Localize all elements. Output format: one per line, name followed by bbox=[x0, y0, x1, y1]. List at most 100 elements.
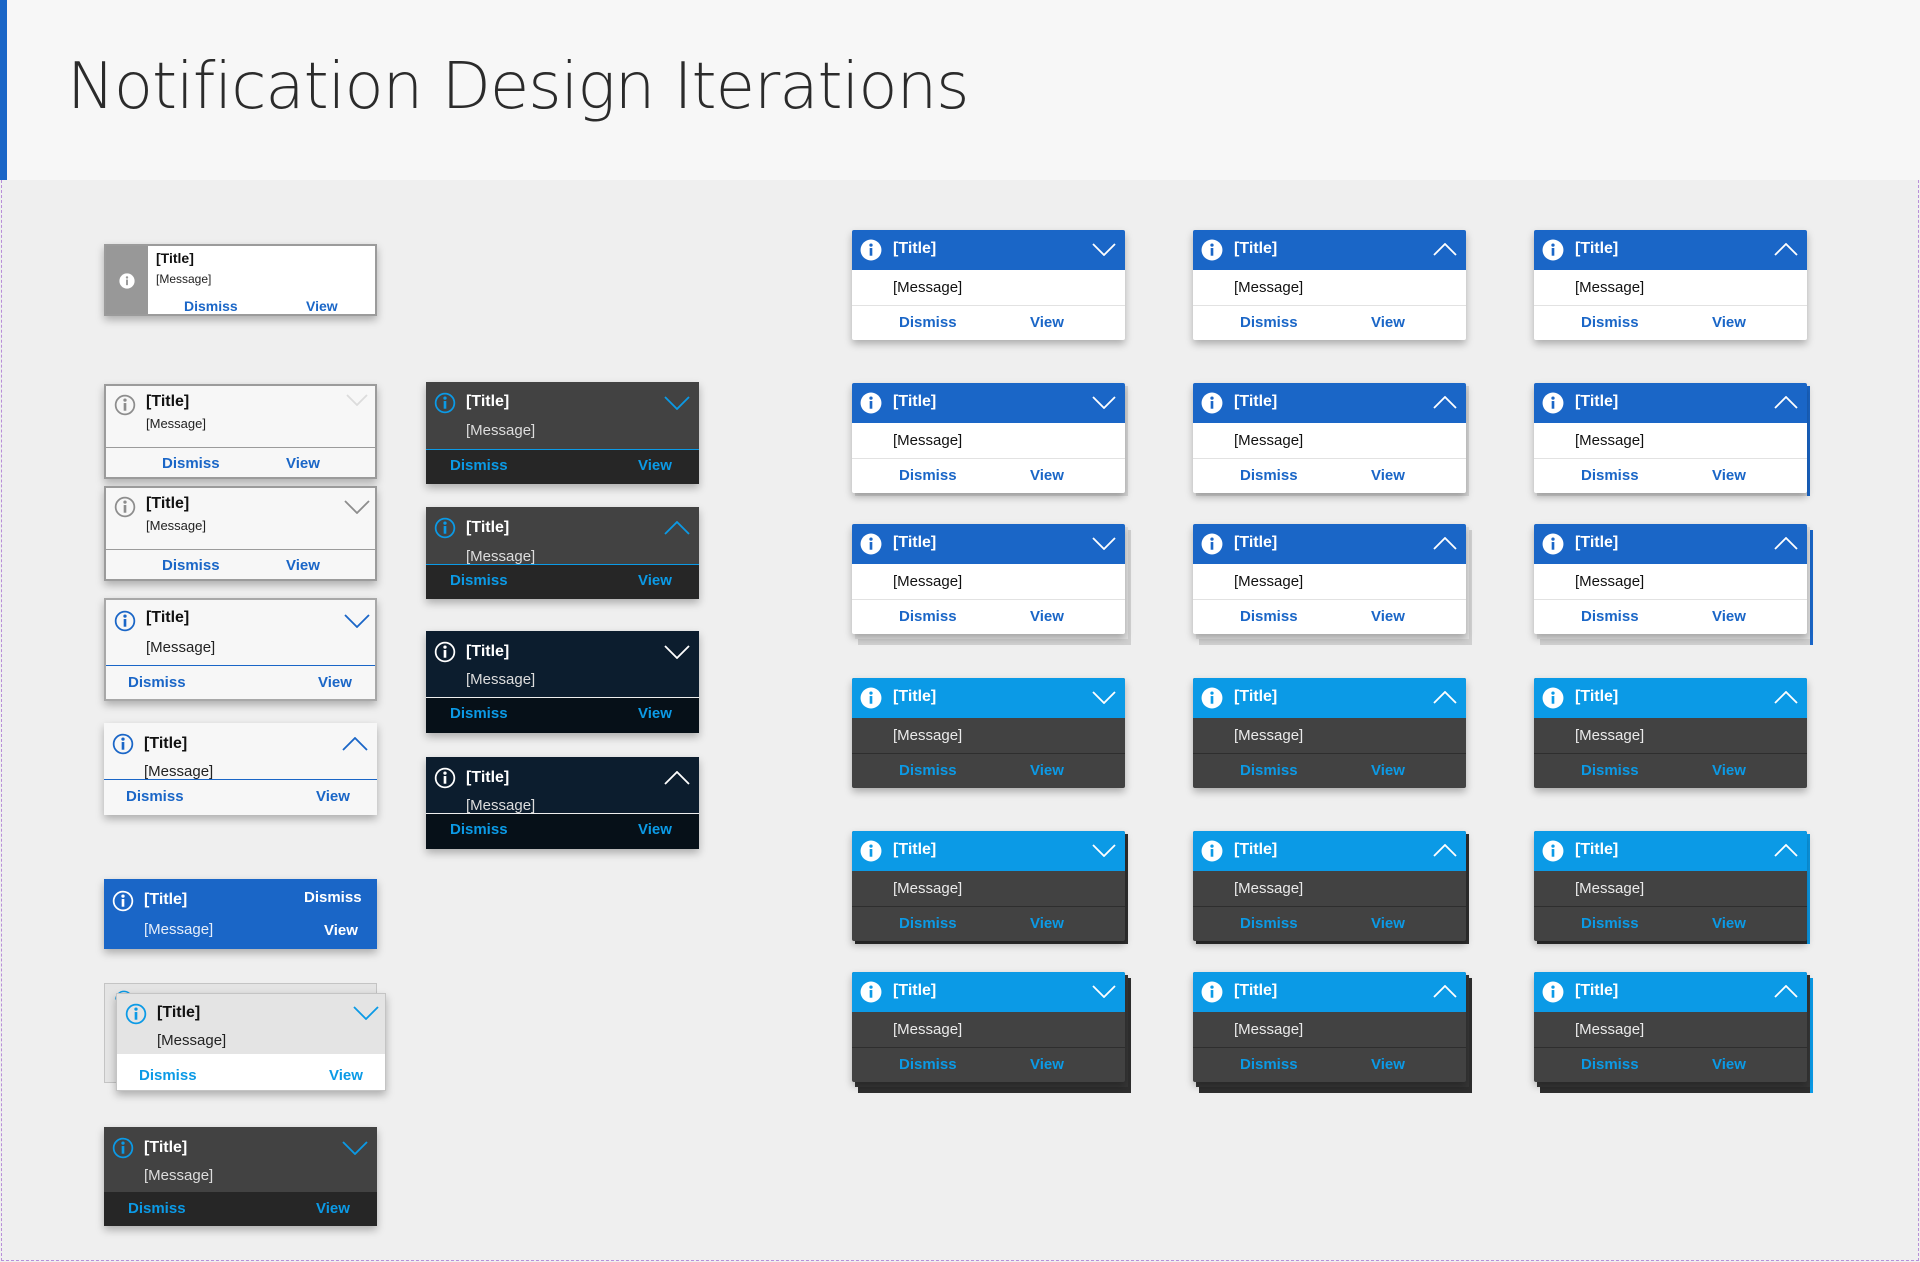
view-button[interactable]: View bbox=[1371, 314, 1405, 331]
view-button[interactable]: View bbox=[1371, 915, 1405, 932]
chevron-down-icon[interactable] bbox=[1092, 691, 1116, 704]
dismiss-button[interactable]: Dismiss bbox=[304, 889, 362, 906]
chevron-up-icon[interactable] bbox=[1433, 243, 1457, 256]
divider bbox=[1193, 906, 1466, 907]
dismiss-button[interactable]: Dismiss bbox=[1581, 467, 1639, 484]
chevron-up-icon[interactable] bbox=[664, 521, 690, 535]
chevron-down-icon[interactable] bbox=[1092, 985, 1116, 998]
chevron-up-icon[interactable] bbox=[1774, 396, 1798, 409]
chevron-up-icon[interactable] bbox=[1774, 691, 1798, 704]
chevron-down-icon[interactable] bbox=[664, 396, 690, 410]
dismiss-button[interactable]: Dismiss bbox=[1581, 915, 1639, 932]
dismiss-button[interactable]: Dismiss bbox=[899, 1056, 957, 1073]
chevron-up-icon[interactable] bbox=[1433, 844, 1457, 857]
info-icon bbox=[114, 610, 136, 632]
view-button[interactable]: View bbox=[286, 455, 320, 472]
dismiss-button[interactable]: Dismiss bbox=[450, 821, 508, 838]
dismiss-button[interactable]: Dismiss bbox=[128, 1200, 186, 1217]
view-button[interactable]: View bbox=[1371, 1056, 1405, 1073]
view-button[interactable]: View bbox=[1712, 608, 1746, 625]
chevron-up-icon[interactable] bbox=[1774, 844, 1798, 857]
chevron-up-icon[interactable] bbox=[1433, 537, 1457, 550]
dismiss-button[interactable]: Dismiss bbox=[128, 674, 186, 691]
chevron-up-icon[interactable] bbox=[1433, 985, 1457, 998]
dismiss-button[interactable]: Dismiss bbox=[1240, 915, 1298, 932]
view-button[interactable]: View bbox=[318, 674, 352, 691]
dismiss-button[interactable]: Dismiss bbox=[162, 557, 220, 574]
view-button[interactable]: View bbox=[1030, 467, 1064, 484]
view-button[interactable]: View bbox=[1712, 467, 1746, 484]
chevron-down-icon[interactable] bbox=[353, 1006, 379, 1020]
dismiss-button[interactable]: Dismiss bbox=[1581, 608, 1639, 625]
notification-message: [Message] bbox=[1575, 1021, 1645, 1038]
dismiss-button[interactable]: Dismiss bbox=[1240, 1056, 1298, 1073]
view-button[interactable]: View bbox=[1371, 608, 1405, 625]
dismiss-button[interactable]: Dismiss bbox=[139, 1067, 197, 1084]
view-button[interactable]: View bbox=[638, 821, 672, 838]
view-button[interactable]: View bbox=[1030, 915, 1064, 932]
divider bbox=[852, 599, 1125, 600]
dismiss-button[interactable]: Dismiss bbox=[1581, 314, 1639, 331]
view-button[interactable]: View bbox=[1030, 608, 1064, 625]
dismiss-button[interactable]: Dismiss bbox=[1240, 314, 1298, 331]
info-icon bbox=[1542, 392, 1564, 414]
chevron-up-icon[interactable] bbox=[1774, 985, 1798, 998]
info-icon bbox=[119, 273, 135, 289]
divider bbox=[852, 753, 1125, 754]
notification-title: [Title] bbox=[1234, 982, 1278, 999]
chevron-up-icon[interactable] bbox=[1433, 396, 1457, 409]
view-button[interactable]: View bbox=[1371, 762, 1405, 779]
chevron-down-icon[interactable] bbox=[1092, 243, 1116, 256]
view-button[interactable]: View bbox=[1030, 762, 1064, 779]
dismiss-button[interactable]: Dismiss bbox=[162, 455, 220, 472]
chevron-up-icon[interactable] bbox=[664, 771, 690, 785]
dismiss-button[interactable]: Dismiss bbox=[1581, 762, 1639, 779]
dismiss-button[interactable]: Dismiss bbox=[450, 705, 508, 722]
view-button[interactable]: View bbox=[638, 572, 672, 589]
chevron-down-icon[interactable] bbox=[344, 500, 370, 514]
dismiss-button[interactable]: Dismiss bbox=[1240, 762, 1298, 779]
view-button[interactable]: View bbox=[1712, 314, 1746, 331]
view-button[interactable]: View bbox=[306, 298, 338, 314]
chevron-down-icon[interactable] bbox=[1092, 844, 1116, 857]
dismiss-button[interactable]: Dismiss bbox=[1240, 467, 1298, 484]
chevron-up-icon[interactable] bbox=[1433, 691, 1457, 704]
chevron-down-icon[interactable] bbox=[342, 1141, 368, 1155]
view-button[interactable]: View bbox=[1712, 1056, 1746, 1073]
dismiss-button[interactable]: Dismiss bbox=[899, 915, 957, 932]
info-icon bbox=[434, 641, 456, 663]
info-icon bbox=[860, 239, 882, 261]
dismiss-button[interactable]: Dismiss bbox=[899, 467, 957, 484]
view-button[interactable]: View bbox=[329, 1067, 363, 1084]
dismiss-button[interactable]: Dismiss bbox=[450, 457, 508, 474]
chevron-down-icon[interactable] bbox=[344, 614, 370, 628]
chevron-down-icon[interactable] bbox=[1092, 396, 1116, 409]
dismiss-button[interactable]: Dismiss bbox=[1581, 1056, 1639, 1073]
dismiss-button[interactable]: Dismiss bbox=[1240, 608, 1298, 625]
view-button[interactable]: View bbox=[1371, 467, 1405, 484]
view-button[interactable]: View bbox=[316, 1200, 350, 1217]
view-button[interactable]: View bbox=[1030, 1056, 1064, 1073]
view-button[interactable]: View bbox=[286, 557, 320, 574]
dismiss-button[interactable]: Dismiss bbox=[899, 314, 957, 331]
view-button[interactable]: View bbox=[1712, 762, 1746, 779]
chevron-down-icon[interactable] bbox=[346, 394, 368, 406]
chevron-down-icon[interactable] bbox=[1092, 537, 1116, 550]
view-button[interactable]: View bbox=[638, 705, 672, 722]
view-button[interactable]: View bbox=[324, 922, 358, 939]
view-button[interactable]: View bbox=[1712, 915, 1746, 932]
chevron-up-icon[interactable] bbox=[1774, 243, 1798, 256]
dismiss-button[interactable]: Dismiss bbox=[450, 572, 508, 589]
dismiss-button[interactable]: Dismiss bbox=[184, 298, 238, 314]
info-icon bbox=[1542, 239, 1564, 261]
view-button[interactable]: View bbox=[1030, 314, 1064, 331]
dismiss-button[interactable]: Dismiss bbox=[899, 608, 957, 625]
notification-card: [Title] [Message] Dismiss View bbox=[104, 879, 377, 949]
chevron-up-icon[interactable] bbox=[342, 737, 368, 751]
view-button[interactable]: View bbox=[638, 457, 672, 474]
dismiss-button[interactable]: Dismiss bbox=[126, 788, 184, 805]
dismiss-button[interactable]: Dismiss bbox=[899, 762, 957, 779]
chevron-down-icon[interactable] bbox=[664, 645, 690, 659]
view-button[interactable]: View bbox=[316, 788, 350, 805]
chevron-up-icon[interactable] bbox=[1774, 537, 1798, 550]
